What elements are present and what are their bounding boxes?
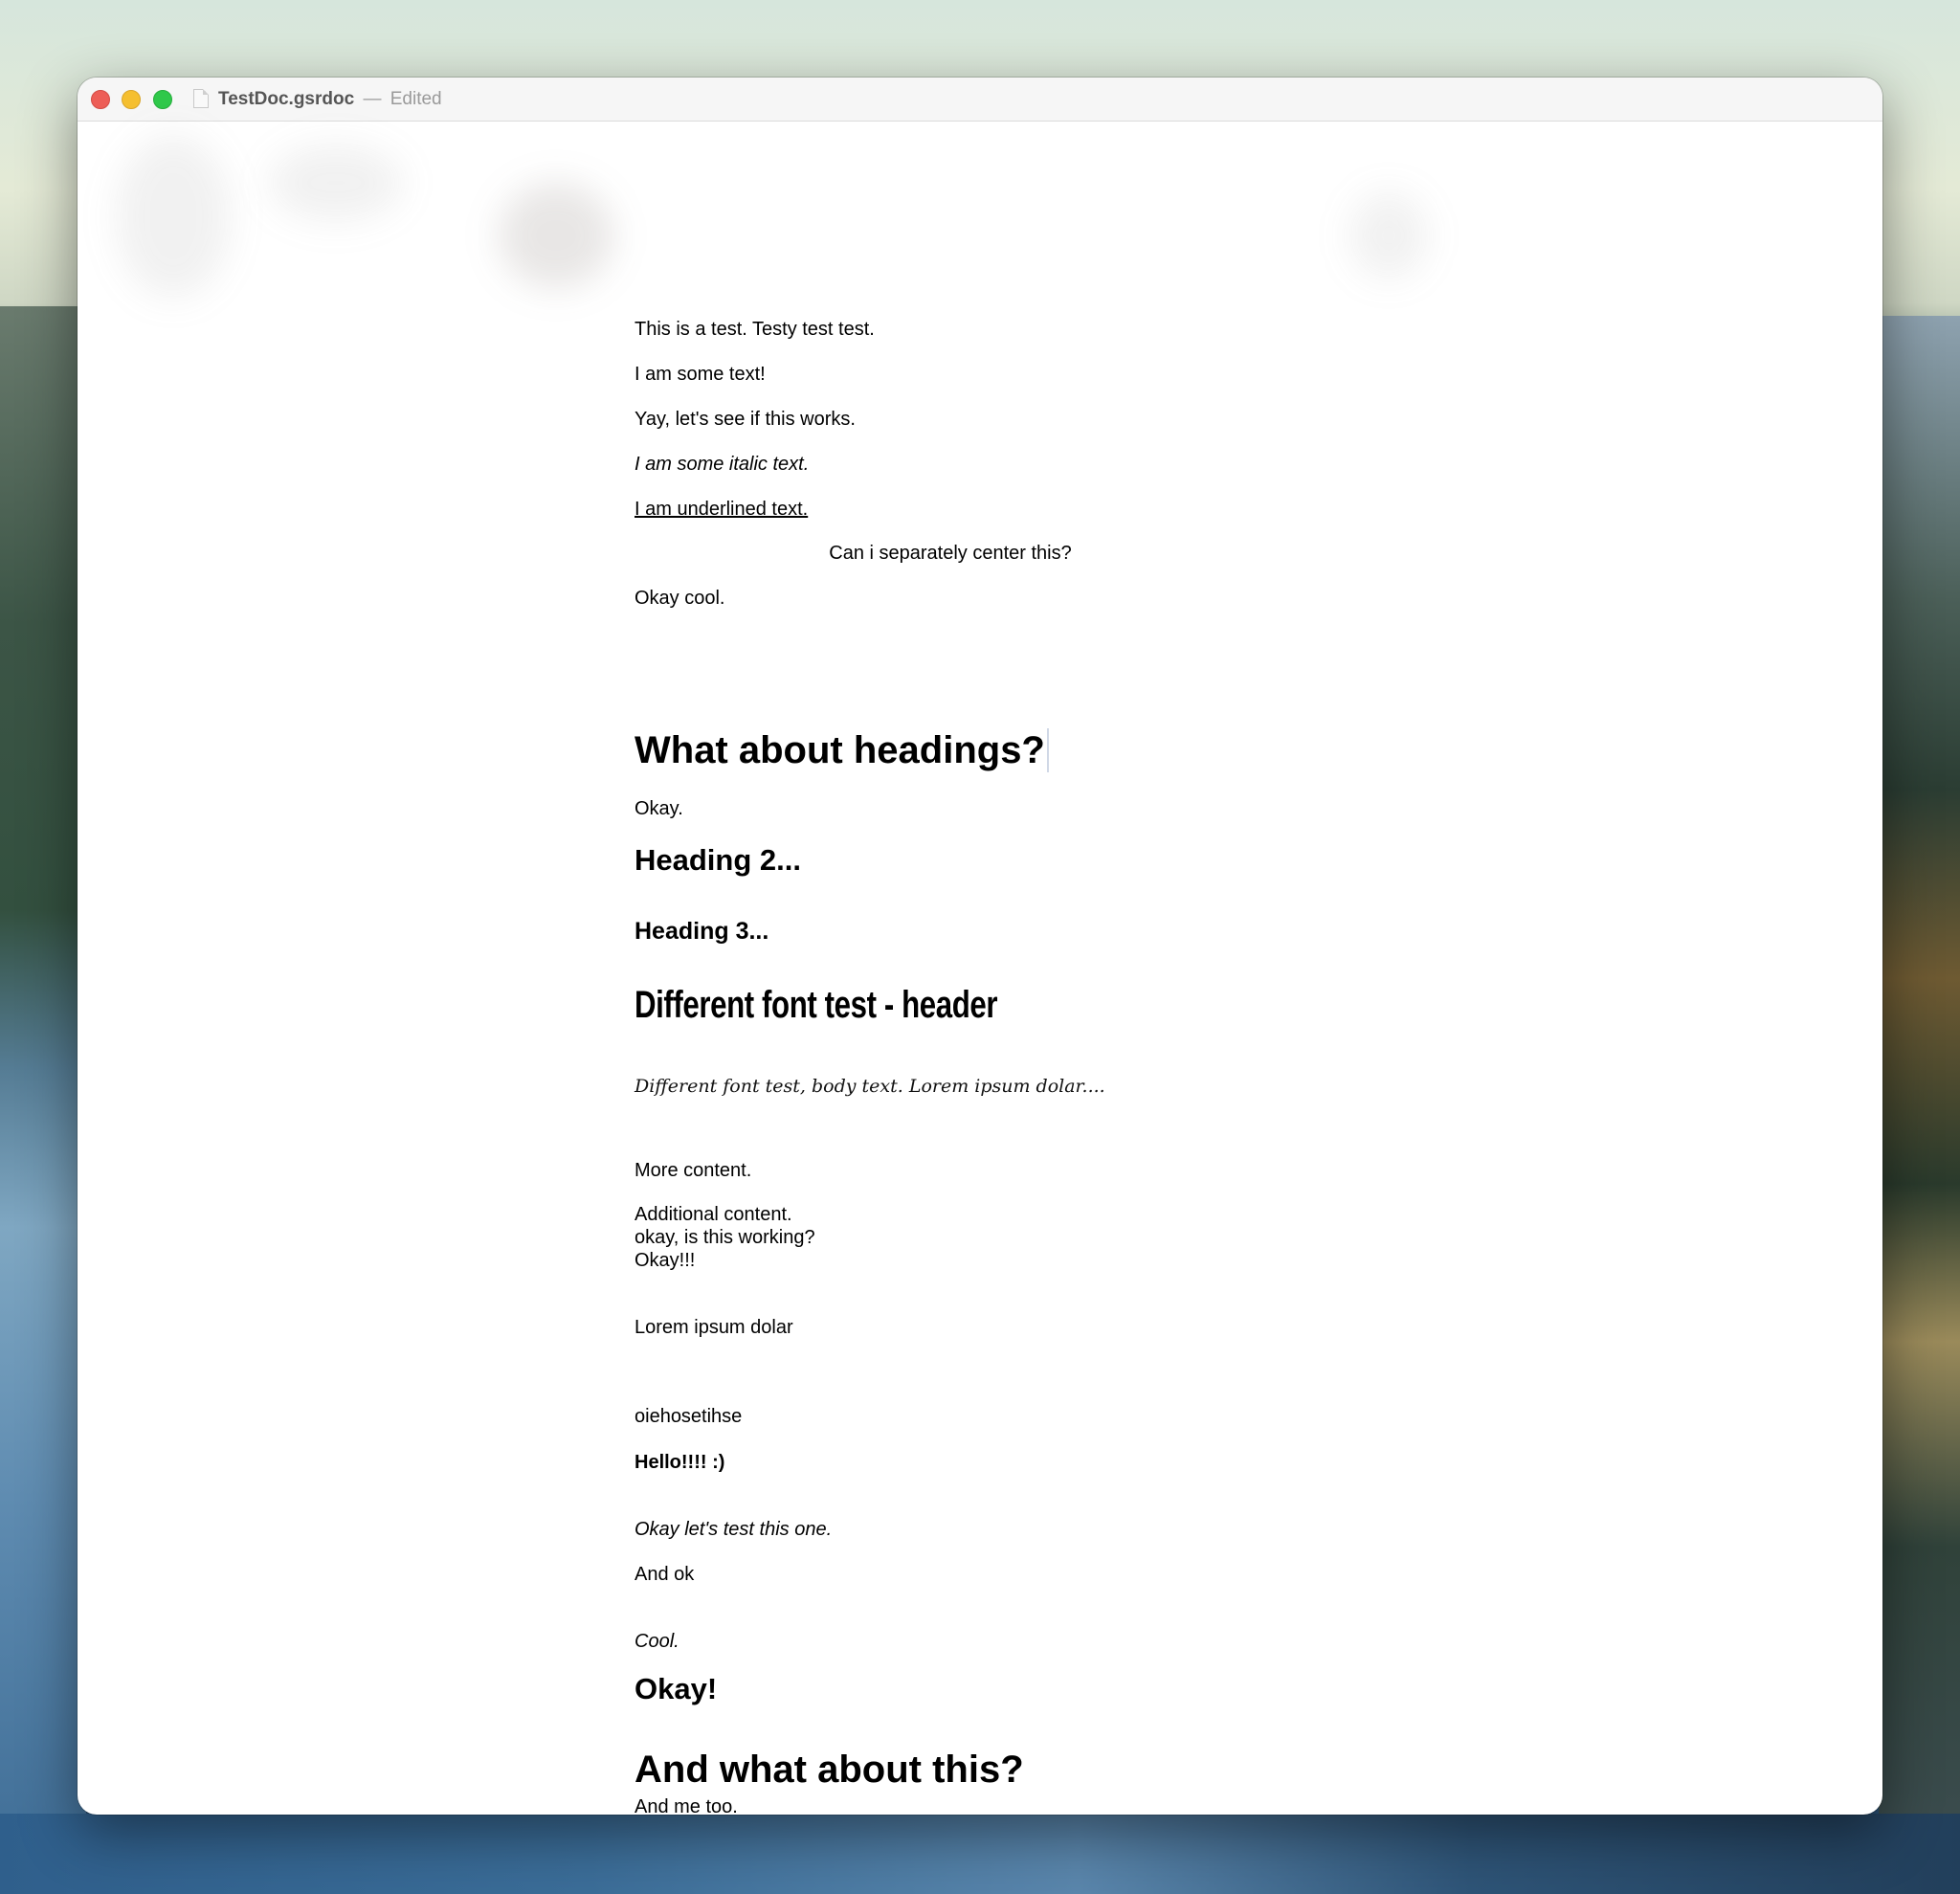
desktop-wallpaper-left xyxy=(0,306,86,1894)
toolbar-ghost-1 xyxy=(116,135,231,298)
heading-1: And what about this? xyxy=(635,1749,1024,1791)
window-title: TestDoc.gsrdoc — Edited xyxy=(218,88,442,111)
paragraph: Yay, let's see if this works. xyxy=(635,409,856,430)
paragraph: oiehosetihse xyxy=(635,1406,743,1427)
desktop-wallpaper-right xyxy=(1879,316,1960,1894)
document-window: TestDoc.gsrdoc — Edited This is a test. … xyxy=(78,78,1882,1815)
minimize-button[interactable] xyxy=(122,90,141,109)
bold-paragraph: Hello!!!! :) xyxy=(635,1452,725,1473)
paragraph: This is a test. Testy test test. xyxy=(635,319,875,340)
close-button[interactable] xyxy=(91,90,110,109)
edited-status: Edited xyxy=(390,89,442,109)
document-icon[interactable] xyxy=(193,89,209,108)
text-caret xyxy=(1046,728,1049,772)
paragraph: I am some text! xyxy=(635,364,766,385)
custom-font-heading: Different font test - header xyxy=(635,984,998,1026)
toolbar-ghost-4 xyxy=(1350,192,1427,279)
paragraph: Okay cool. xyxy=(635,588,725,609)
desktop-wallpaper-bottom xyxy=(0,1814,1960,1894)
paragraph: okay, is this working? xyxy=(635,1227,815,1248)
paragraph: More content. xyxy=(635,1160,752,1181)
toolbar-ghost-2 xyxy=(269,145,403,221)
window-filename: TestDoc.gsrdoc xyxy=(218,89,355,109)
heading-1: What about headings? xyxy=(635,728,1049,772)
title-separator: — xyxy=(363,89,382,109)
toolbar-ghost-3 xyxy=(499,183,613,288)
italic-paragraph: Okay let's test this one. xyxy=(635,1519,833,1540)
custom-font-paragraph: Different font test, body text. Lorem ip… xyxy=(635,1076,1105,1097)
heading-2: Okay! xyxy=(635,1672,718,1705)
italic-paragraph: Cool. xyxy=(635,1631,679,1652)
centered-paragraph: Can i separately center this? xyxy=(829,543,1072,564)
heading-1-text: What about headings? xyxy=(635,729,1045,771)
paragraph: And me too. xyxy=(635,1796,738,1815)
zoom-button[interactable] xyxy=(153,90,172,109)
paragraph: Lorem ipsum dolar xyxy=(635,1317,793,1338)
paragraph: Additional content. xyxy=(635,1204,792,1225)
paragraph: Okay. xyxy=(635,798,683,819)
italic-paragraph: I am some italic text. xyxy=(635,454,810,475)
window-titlebar[interactable]: TestDoc.gsrdoc — Edited xyxy=(78,78,1882,122)
paragraph: And ok xyxy=(635,1564,695,1585)
heading-3: Heading 3... xyxy=(635,918,769,945)
paragraph: Okay!!! xyxy=(635,1250,696,1271)
underlined-paragraph: I am underlined text. xyxy=(635,499,809,520)
heading-2: Heading 2... xyxy=(635,843,801,877)
